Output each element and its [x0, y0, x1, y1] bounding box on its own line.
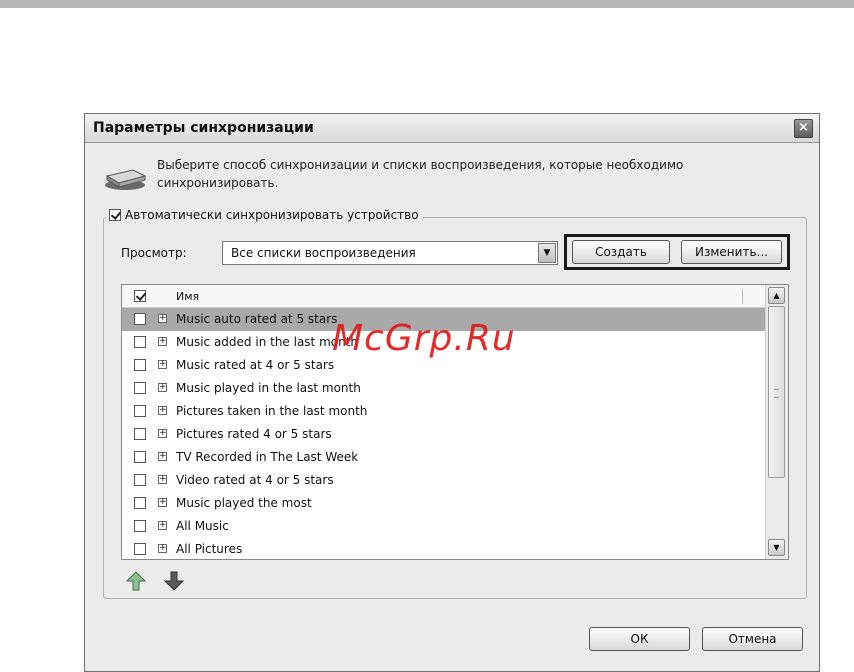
column-header-name[interactable]: Имя — [176, 290, 199, 303]
create-button[interactable]: Создать — [572, 240, 670, 264]
list-header: Имя — [122, 285, 766, 308]
list-item-checkbox[interactable] — [134, 313, 146, 325]
list-item-checkbox[interactable] — [134, 474, 146, 486]
dialog-title: Параметры синхронизации — [93, 120, 314, 136]
expand-icon[interactable]: + — [158, 521, 167, 530]
list-item-checkbox[interactable] — [134, 497, 146, 509]
scroll-down-icon[interactable]: ▼ — [768, 539, 785, 556]
watermark-text: McGrp.Ru — [332, 318, 516, 359]
scrollbar-thumb[interactable] — [768, 306, 785, 478]
list-item[interactable]: + Pictures taken in the last month — [122, 400, 766, 423]
list-item-label: Pictures rated 4 or 5 stars — [176, 427, 332, 441]
expand-icon[interactable]: + — [158, 429, 167, 438]
top-rule — [0, 0, 854, 8]
ok-button[interactable]: ОК — [589, 627, 690, 651]
list-item-label: Music rated at 4 or 5 stars — [176, 358, 335, 372]
list-item[interactable]: + Pictures rated 4 or 5 stars — [122, 423, 766, 446]
cancel-button[interactable]: Отмена — [702, 627, 803, 651]
list-item-label: Music added in the last month — [176, 335, 359, 349]
expand-icon[interactable]: + — [158, 498, 167, 507]
expand-icon[interactable]: + — [158, 544, 167, 553]
edit-button[interactable]: Изменить... — [681, 240, 782, 264]
expand-icon[interactable]: + — [158, 475, 167, 484]
column-divider[interactable] — [742, 289, 743, 304]
auto-sync-checkbox[interactable]: Автоматически синхронизировать устройств… — [105, 208, 423, 222]
expand-icon[interactable]: + — [158, 383, 167, 392]
vertical-scrollbar[interactable]: ▲ ▼ — [765, 285, 788, 559]
list-item-checkbox[interactable] — [134, 405, 146, 417]
chevron-down-icon[interactable]: ▼ — [538, 243, 556, 263]
select-all-checkbox[interactable] — [134, 290, 146, 302]
list-item-label: All Music — [176, 519, 229, 533]
green-up-arrow-icon[interactable] — [125, 570, 147, 592]
list-item-checkbox[interactable] — [134, 451, 146, 463]
list-item-checkbox[interactable] — [134, 520, 146, 532]
list-item-label: Music auto rated at 5 stars — [176, 312, 338, 326]
expand-icon[interactable]: + — [158, 360, 167, 369]
list-item[interactable]: + Music played the most — [122, 492, 766, 515]
list-item[interactable]: + All Pictures — [122, 538, 766, 559]
list-item-checkbox[interactable] — [134, 382, 146, 394]
title-bar: Параметры синхронизации × — [85, 114, 819, 143]
view-select-value: Все списки воспроизведения — [231, 246, 416, 260]
list-item-label: TV Recorded in The Last Week — [176, 450, 359, 464]
close-icon[interactable]: × — [794, 119, 813, 138]
sync-settings-dialog: Параметры синхронизации × Выберите спосо… — [84, 113, 820, 672]
list-item-checkbox[interactable] — [134, 336, 146, 348]
list-item-checkbox[interactable] — [134, 359, 146, 371]
list-item-label: Pictures taken in the last month — [176, 404, 368, 418]
portable-device-icon — [105, 169, 147, 190]
list-item[interactable]: + Music played in the last month — [122, 377, 766, 400]
scroll-up-icon[interactable]: ▲ — [768, 287, 785, 304]
green-down-arrow-icon[interactable] — [163, 570, 185, 592]
list-item-label: Music played in the last month — [176, 381, 361, 395]
auto-sync-checkbox-box[interactable] — [109, 209, 121, 221]
list-item-checkbox[interactable] — [134, 428, 146, 440]
list-item[interactable]: + TV Recorded in The Last Week — [122, 446, 766, 469]
expand-icon[interactable]: + — [158, 406, 167, 415]
list-item-label: All Pictures — [176, 542, 243, 556]
expand-icon[interactable]: + — [158, 314, 167, 323]
list-item[interactable]: + Video rated at 4 or 5 stars — [122, 469, 766, 492]
list-item-checkbox[interactable] — [134, 543, 146, 555]
list-item-label: Music played the most — [176, 496, 312, 510]
view-select[interactable]: Все списки воспроизведения ▼ — [222, 241, 558, 265]
expand-icon[interactable]: + — [158, 337, 167, 346]
list-item-label: Video rated at 4 or 5 stars — [176, 473, 334, 487]
expand-icon[interactable]: + — [158, 452, 167, 461]
view-label: Просмотр: — [121, 246, 187, 260]
list-item[interactable]: + All Music — [122, 515, 766, 538]
instruction-text: Выберите способ синхронизации и списки в… — [157, 158, 684, 190]
auto-sync-label: Автоматически синхронизировать устройств… — [125, 208, 419, 222]
